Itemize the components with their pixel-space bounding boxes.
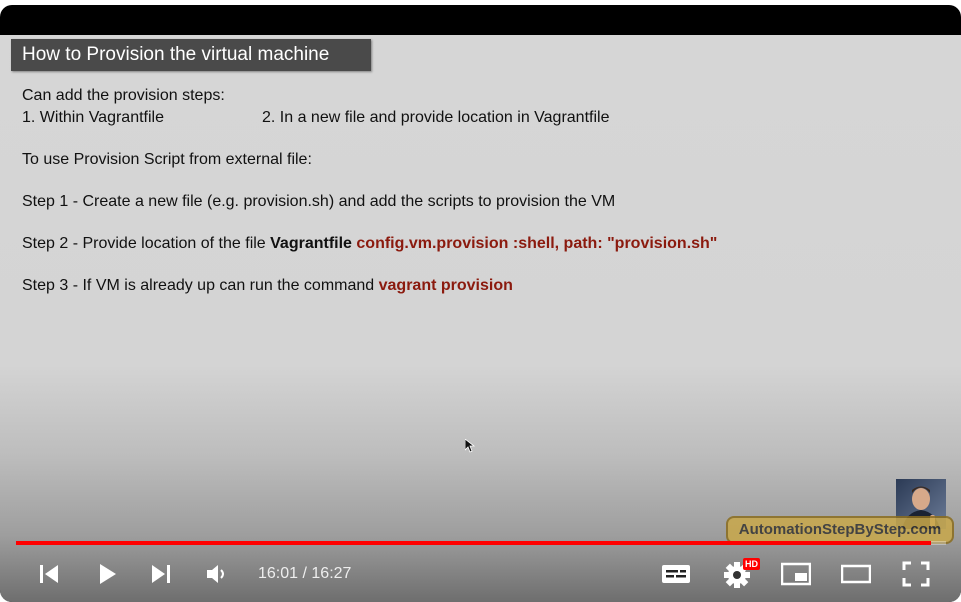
player-controls: 16:01 / 16:27 HD [0,552,961,602]
slide-title: How to Provision the virtual machine [11,39,371,71]
step-1-text: Step 1 - Create a new file (e.g. provisi… [22,193,616,210]
step-3-text: Step 3 - If VM is already up can run the… [22,277,513,295]
step-2-prefix: Step 2 - Provide location of the file [22,235,271,252]
next-button[interactable] [142,552,180,596]
miniplayer-button[interactable] [776,552,816,596]
subtitles-button[interactable] [656,552,696,596]
previous-button[interactable] [30,552,68,596]
step-3-prefix: Step 3 - If VM is already up can run the… [22,277,379,294]
external-heading: To use Provision Script from external fi… [22,151,312,168]
settings-button[interactable]: HD [716,552,760,596]
watermark-overlay[interactable]: AutomationStepByStep.com [726,516,954,544]
current-time: 16:01 [258,565,299,582]
theater-icon [841,564,871,584]
option-2-text: 2. In a new file and provide location in… [262,109,610,126]
fullscreen-button[interactable] [896,552,936,596]
time-separator: / [298,565,312,582]
option-1-text: 1. Within Vagrantfile [22,109,164,126]
next-icon [152,565,170,583]
step-2-bold: Vagrantfile [270,235,352,252]
miniplayer-icon [781,562,811,586]
play-icon [100,564,116,584]
subtitles-icon [662,565,690,583]
step-2-text: Step 2 - Provide location of the file Va… [22,235,717,253]
duration: 16:27 [311,565,352,582]
previous-icon [40,565,58,583]
fullscreen-icon [902,561,930,587]
step-2-code: config.vm.provision :shell, path: "provi… [356,235,718,252]
progress-bar[interactable] [16,541,946,545]
hd-badge: HD [743,558,760,570]
theater-mode-button[interactable] [836,552,876,596]
intro-text: Can add the provision steps: [22,87,225,104]
mouse-cursor-icon [465,439,475,453]
volume-icon [207,565,224,583]
step-3-code: vagrant provision [378,277,513,294]
play-button[interactable] [88,552,126,596]
progress-played [16,541,932,545]
time-display: 16:01 / 16:27 [258,565,351,583]
volume-button[interactable] [198,552,238,596]
video-player[interactable]: How to Provision the virtual machine Can… [0,5,961,602]
